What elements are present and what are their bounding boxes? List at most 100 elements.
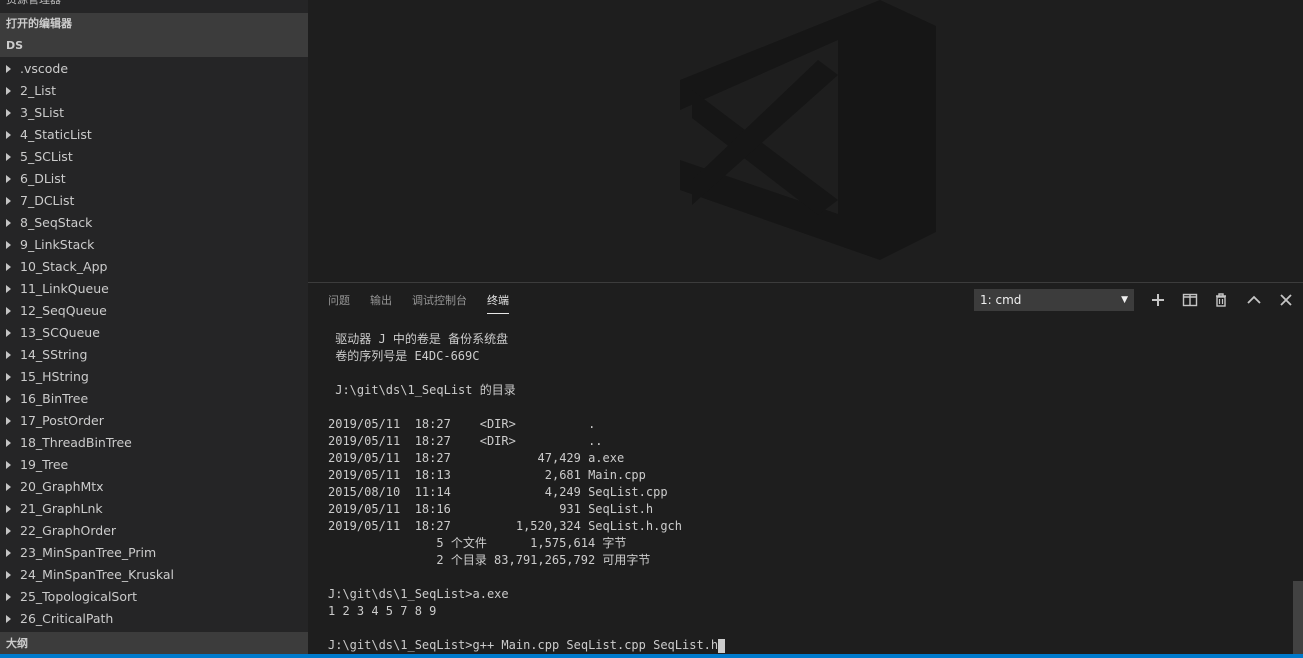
chevron-right-icon — [6, 307, 11, 315]
folder-item-label: 25_TopologicalSort — [20, 589, 138, 604]
folder-item[interactable]: 17_PostOrder — [0, 410, 308, 432]
chevron-right-icon — [6, 373, 11, 381]
chevron-right-icon — [6, 153, 11, 161]
terminal-line: 驱动器 J 中的卷是 备份系统盘 — [328, 332, 509, 346]
folder-item-label: 24_MinSpanTree_Kruskal — [20, 567, 175, 582]
folder-item-label: 22_GraphOrder — [20, 523, 117, 538]
folder-item[interactable]: 23_MinSpanTree_Prim — [0, 542, 308, 564]
chevron-right-icon — [6, 351, 11, 359]
folder-item[interactable]: 8_SeqStack — [0, 212, 308, 234]
tab-terminal[interactable]: 终端 — [487, 293, 509, 314]
terminal-line: 卷的序列号是 E4DC-669C — [328, 349, 480, 363]
chevron-right-icon — [6, 395, 11, 403]
chevron-right-icon — [6, 219, 11, 227]
open-editors-section[interactable]: 打开的编辑器 — [0, 13, 308, 35]
folder-item[interactable]: 9_LinkStack — [0, 234, 308, 256]
terminal-line: 2015/08/10 11:14 4,249 SeqList.cpp — [328, 485, 668, 499]
chevron-up-icon[interactable] — [1244, 290, 1264, 310]
folder-item[interactable]: 16_BinTree — [0, 388, 308, 410]
chevron-right-icon — [6, 109, 11, 117]
terminal-prompt-line[interactable]: J:\git\ds\1_SeqList>g++ Main.cpp SeqList… — [328, 637, 1288, 654]
chevron-right-icon — [6, 461, 11, 469]
chevron-right-icon — [6, 549, 11, 557]
trash-icon[interactable] — [1211, 290, 1231, 310]
terminal-scrollbar[interactable] — [1293, 581, 1303, 655]
explorer-title: 资源管理器 — [0, 0, 308, 11]
file-tree: .vscode 2_List 3_SList 4_StaticList 5_SCList… — [0, 58, 308, 630]
folder-item[interactable]: 14_SString — [0, 344, 308, 366]
folder-section-ds[interactable]: DS — [0, 35, 308, 57]
folder-item[interactable]: .vscode — [0, 58, 308, 80]
folder-item[interactable]: 6_DList — [0, 168, 308, 190]
chevron-right-icon — [6, 417, 11, 425]
folder-item[interactable]: 10_Stack_App — [0, 256, 308, 278]
terminal-line: 2019/05/11 18:27 1,520,324 SeqList.h.gch — [328, 519, 683, 533]
tab-problems[interactable]: 问题 — [328, 293, 350, 313]
folder-item[interactable]: 18_ThreadBinTree — [0, 432, 308, 454]
folder-item[interactable]: 22_GraphOrder — [0, 520, 308, 542]
terminal-prompt-text: J:\git\ds\1_SeqList>g++ Main.cpp SeqList… — [328, 638, 719, 652]
tab-output[interactable]: 输出 — [370, 293, 392, 313]
folder-item-label: 10_Stack_App — [20, 259, 108, 274]
explorer-sidebar: 资源管理器 打开的编辑器 DS .vscode 2_List 3_SList 4_St… — [0, 0, 308, 654]
folder-item-label: 12_SeqQueue — [20, 303, 107, 318]
folder-item[interactable]: 3_SList — [0, 102, 308, 124]
chevron-right-icon — [6, 65, 11, 73]
folder-item-label: 3_SList — [20, 105, 64, 120]
chevron-right-icon — [6, 505, 11, 513]
folder-item[interactable]: 15_HString — [0, 366, 308, 388]
folder-item-label: 8_SeqStack — [20, 215, 93, 230]
close-icon[interactable] — [1276, 290, 1296, 310]
folder-item[interactable]: 20_GraphMtx — [0, 476, 308, 498]
terminal-output[interactable]: 驱动器 J 中的卷是 备份系统盘 卷的序列号是 E4DC-669C J:\git… — [328, 331, 1288, 654]
chevron-right-icon — [6, 615, 11, 623]
folder-item-label: 23_MinSpanTree_Prim — [20, 545, 157, 560]
folder-item[interactable]: 21_GraphLnk — [0, 498, 308, 520]
folder-item-label: 20_GraphMtx — [20, 479, 104, 494]
folder-item-label: 21_GraphLnk — [20, 501, 103, 516]
folder-item-label: 16_BinTree — [20, 391, 89, 406]
chevron-right-icon — [6, 329, 11, 337]
terminal-line: 2019/05/11 18:27 47,429 a.exe — [328, 451, 625, 465]
tab-debug-console[interactable]: 调试控制台 — [412, 293, 467, 313]
chevron-right-icon — [6, 593, 11, 601]
folder-item[interactable]: 4_StaticList — [0, 124, 308, 146]
folder-item[interactable]: 25_TopologicalSort — [0, 586, 308, 608]
folder-item-label: 26_CriticalPath — [20, 611, 114, 626]
folder-item-label: 7_DCList — [20, 193, 75, 208]
folder-item[interactable]: 24_MinSpanTree_Kruskal — [0, 564, 308, 586]
terminal-line: 2019/05/11 18:27 <DIR> . — [328, 417, 596, 431]
folder-item[interactable]: 2_List — [0, 80, 308, 102]
folder-item-label: 13_SCQueue — [20, 325, 100, 340]
folder-item[interactable]: 13_SCQueue — [0, 322, 308, 344]
folder-item[interactable]: 11_LinkQueue — [0, 278, 308, 300]
vscode-watermark-logo — [680, 0, 936, 260]
terminal-line: 2 个目录 83,791,265,792 可用字节 — [328, 553, 651, 567]
folder-item-label: 18_ThreadBinTree — [20, 435, 132, 450]
folder-item-label: 4_StaticList — [20, 127, 92, 142]
folder-item-label: 17_PostOrder — [20, 413, 104, 428]
chevron-down-icon: ▼ — [1121, 295, 1128, 305]
chevron-right-icon — [6, 439, 11, 447]
folder-item[interactable]: 12_SeqQueue — [0, 300, 308, 322]
terminal-line: J:\git\ds\1_SeqList>a.exe — [328, 587, 509, 601]
folder-item[interactable]: 19_Tree — [0, 454, 308, 476]
editor-area — [308, 0, 1303, 282]
folder-item[interactable]: 7_DCList — [0, 190, 308, 212]
split-icon[interactable] — [1180, 290, 1200, 310]
outline-section[interactable]: 大纲 — [0, 632, 308, 654]
terminal-line: 1 2 3 4 5 7 8 9 — [328, 604, 437, 618]
folder-item[interactable]: 5_SCList — [0, 146, 308, 168]
folder-item-label: 15_HString — [20, 369, 89, 384]
plus-icon[interactable] — [1148, 290, 1168, 310]
terminal-line: 2019/05/11 18:13 2,681 Main.cpp — [328, 468, 646, 482]
terminal-select[interactable]: 1: cmd ▼ — [974, 289, 1134, 311]
folder-item-label: 5_SCList — [20, 149, 73, 164]
folder-item[interactable]: 26_CriticalPath — [0, 608, 308, 630]
folder-item-label: 6_DList — [20, 171, 66, 186]
chevron-right-icon — [6, 197, 11, 205]
chevron-right-icon — [6, 175, 11, 183]
